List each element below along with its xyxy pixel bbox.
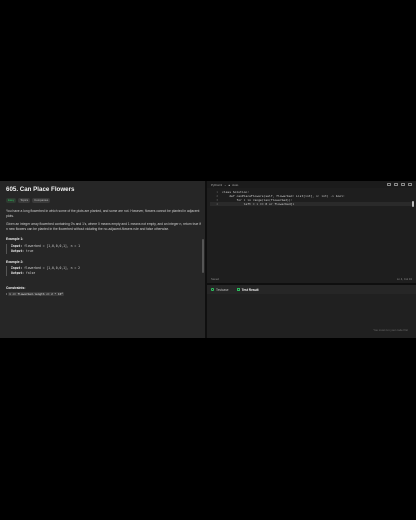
example-1-title: Example 1: (6, 237, 24, 242)
topics-tag[interactable]: Topics (18, 198, 31, 203)
code-line-current: 4 left = i == 0 or flowerbed[i (210, 202, 412, 207)
leetcode-workspace: 605. Can Place Flowers Easy Topics Compa… (0, 181, 416, 338)
code-text: left = i == 0 or flowerbed[i (222, 202, 295, 207)
difficulty-tag[interactable]: Easy (6, 198, 17, 203)
checkbox-icon (211, 288, 214, 291)
example-2-input: flowerbed = [1,0,0,0,1], n = 2 (24, 266, 80, 271)
results-panel: Testcase Test Result You must run your c… (207, 285, 416, 338)
editor-and-results: Python3 ⌄ 🔒︎ Auto 1 class Solution: 2 de… (207, 181, 416, 338)
example-1-input-label: Input: (11, 243, 23, 248)
save-status: Saved (211, 277, 219, 281)
problem-description-panel: 605. Can Place Flowers Easy Topics Compa… (0, 181, 207, 338)
problem-tags: Easy Topics Companies (6, 198, 202, 203)
code-lines[interactable]: 1 class Solution: 2 def canPlaceFlowers(… (210, 190, 412, 207)
editor-toolbar: Python3 ⌄ 🔒︎ Auto (207, 181, 416, 188)
language-selector[interactable]: Python3 ⌄ 🔒︎ Auto (211, 183, 238, 187)
example-1-output: true (25, 248, 34, 253)
constraint-item: • 1 <= flowerbed.length <= 2 * 10⁴ (6, 292, 64, 297)
example-2-input-label: Input: (11, 266, 23, 271)
constraint-1: 1 <= flowerbed.length <= 2 * 10⁴ (8, 292, 64, 297)
braces-icon[interactable] (394, 183, 398, 186)
expand-icon[interactable] (408, 183, 412, 186)
companies-tag[interactable]: Companies (32, 198, 51, 203)
chevron-down-icon: ⌄ (224, 182, 227, 187)
editor-actions (387, 183, 412, 186)
results-tabs: Testcase Test Result (207, 285, 416, 294)
example-1-box: Input: flowerbed = [1,0,0,0,1], n = 1 Ou… (6, 243, 202, 254)
cursor-position: Ln 4, Col 43 (396, 277, 412, 281)
terminal-icon (236, 288, 240, 291)
bookmark-icon[interactable] (387, 183, 391, 186)
reset-icon[interactable] (401, 183, 405, 186)
example-2-output: false (25, 270, 36, 275)
language-label: Python3 (211, 182, 223, 187)
mode-label: Auto (232, 182, 239, 187)
example-2-box: Input: flowerbed = [1,0,0,0,1], n = 2 Ou… (6, 266, 202, 276)
editor-scrollbar[interactable] (412, 201, 414, 207)
run-hint: You must run your code first (373, 328, 408, 332)
problem-title: 605. Can Place Flowers (6, 186, 75, 193)
tab-test-result[interactable]: Test Result (236, 288, 259, 292)
example-2-output-label: Output: (11, 270, 25, 275)
constraints-title: Constraints: (6, 285, 26, 290)
description-scrollbar[interactable] (202, 239, 204, 273)
code-editor[interactable]: Python3 ⌄ 🔒︎ Auto 1 class Solution: 2 de… (207, 181, 416, 285)
problem-statement-1: You have a long flowerbed in which some … (6, 209, 200, 218)
lock-icon: 🔒︎ (228, 182, 231, 187)
problem-statement-2: Given an integer array flowerbed contain… (6, 222, 201, 231)
tab-testcase[interactable]: Testcase (211, 288, 229, 292)
example-2-title: Example 2: (6, 259, 24, 264)
example-1-output-label: Output: (11, 248, 25, 253)
example-1-input: flowerbed = [1,0,0,0,1], n = 1 (24, 243, 80, 248)
